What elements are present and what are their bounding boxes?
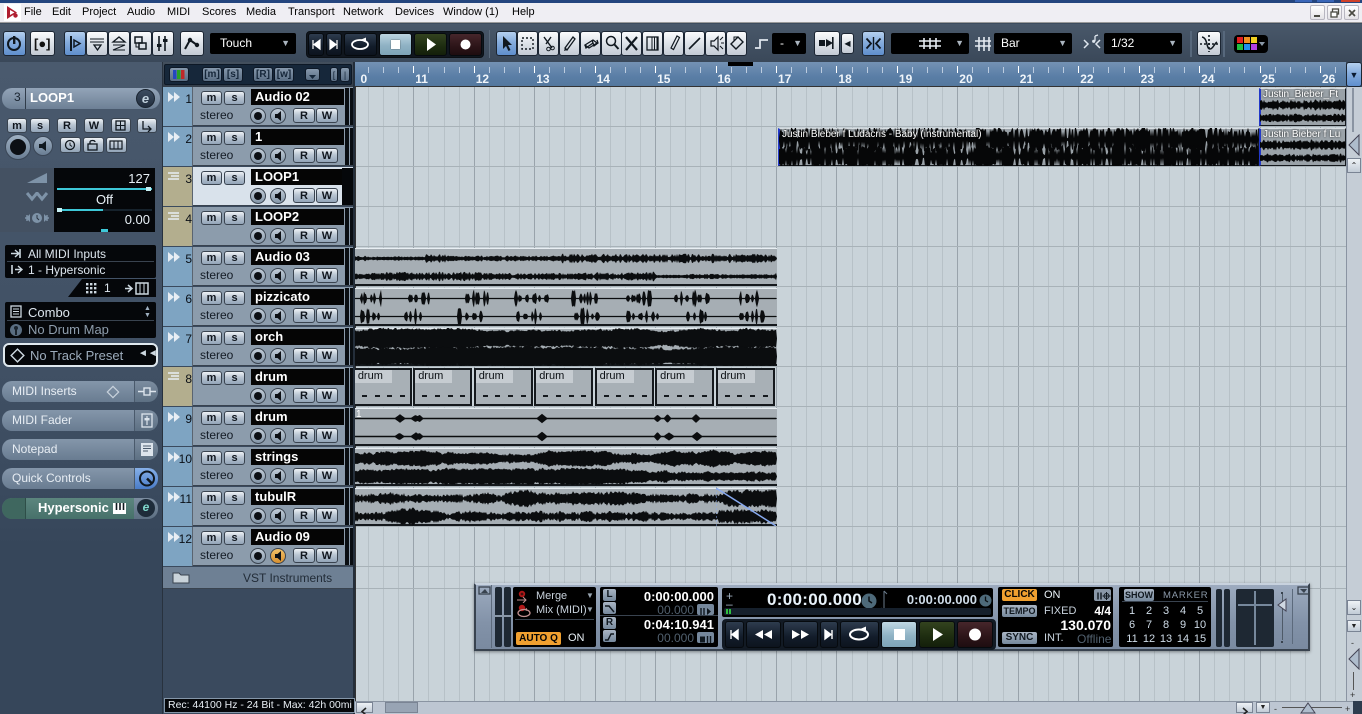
svg-text:[●]: [●] [34, 36, 51, 51]
